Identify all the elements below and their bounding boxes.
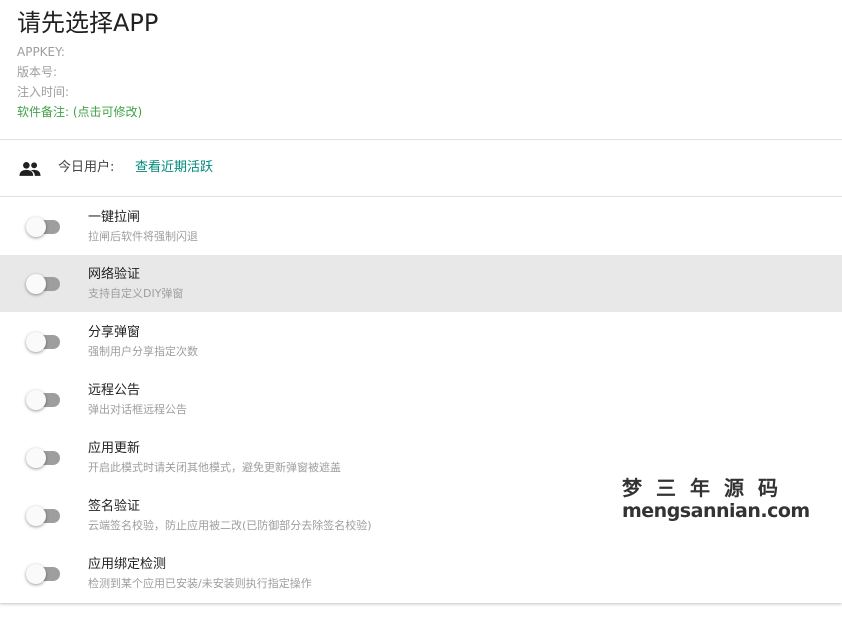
network-verify-toggle[interactable] (26, 274, 62, 294)
app-update-toggle[interactable] (26, 448, 62, 468)
setting-title: 应用绑定检测 (88, 557, 167, 572)
setting-subtitle: 弹出对话框远程公告 (88, 403, 187, 416)
remote-notice-toggle[interactable] (26, 390, 62, 410)
kill-switch-toggle[interactable] (26, 217, 62, 237)
version-label: 版本号: (17, 65, 58, 79)
setting-title: 网络验证 (88, 267, 141, 282)
setting-row-kill-switch[interactable]: 一键拉闸 拉闸后软件将强制闪退 (0, 198, 842, 255)
app-binding-detect-toggle[interactable] (26, 564, 62, 584)
setting-title: 一键拉闸 (88, 210, 141, 225)
share-popup-toggle[interactable] (26, 332, 62, 352)
setting-title: 分享弹窗 (88, 325, 141, 340)
watermark-chinese: 梦三年源码 (622, 476, 792, 500)
setting-title: 签名验证 (88, 499, 141, 514)
software-remark-link[interactable]: 软件备注: (点击可修改) (17, 104, 142, 120)
setting-subtitle: 云端签名校验，防止应用被二改(已防御部分去除签名校验) (88, 519, 372, 532)
app-settings-card: 请先选择APP APPKEY: 版本号: 注入时间: 软件备注: (点击可修改)… (0, 0, 842, 603)
setting-row-network-verify[interactable]: 网络验证 支持自定义DIY弹窗 (0, 255, 842, 312)
setting-title: 远程公告 (88, 383, 141, 398)
watermark: 梦三年源码 mengsannian.com (622, 476, 810, 522)
setting-subtitle: 开启此模式时请关闭其他模式，避免更新弹窗被遮盖 (88, 461, 341, 474)
appkey-label: APPKEY: (17, 45, 65, 59)
page-title[interactable]: 请先选择APP (17, 6, 158, 40)
inject-time-label: 注入时间: (17, 85, 70, 99)
today-users-label: 今日用户: (58, 160, 115, 175)
setting-title: 应用更新 (88, 441, 141, 456)
setting-subtitle: 检测到某个应用已安装/未安装则执行指定操作 (88, 577, 312, 590)
setting-row-share-popup[interactable]: 分享弹窗 强制用户分享指定次数 (0, 313, 842, 370)
setting-subtitle: 强制用户分享指定次数 (88, 345, 198, 358)
setting-subtitle: 支持自定义DIY弹窗 (88, 287, 184, 300)
setting-row-app-binding-detect[interactable]: 应用绑定检测 检测到某个应用已安装/未安装则执行指定操作 (0, 545, 842, 602)
people-icon (19, 162, 41, 176)
signature-verify-toggle[interactable] (26, 506, 62, 526)
today-users-row: 今日用户: 查看近期活跃 (0, 140, 842, 197)
recent-active-link[interactable]: 查看近期活跃 (135, 159, 213, 177)
watermark-domain: mengsannian.com (622, 500, 810, 522)
setting-row-remote-notice[interactable]: 远程公告 弹出对话框远程公告 (0, 371, 842, 428)
setting-subtitle: 拉闸后软件将强制闪退 (88, 230, 198, 243)
app-info-header: 请先选择APP APPKEY: 版本号: 注入时间: 软件备注: (点击可修改) (0, 0, 842, 140)
